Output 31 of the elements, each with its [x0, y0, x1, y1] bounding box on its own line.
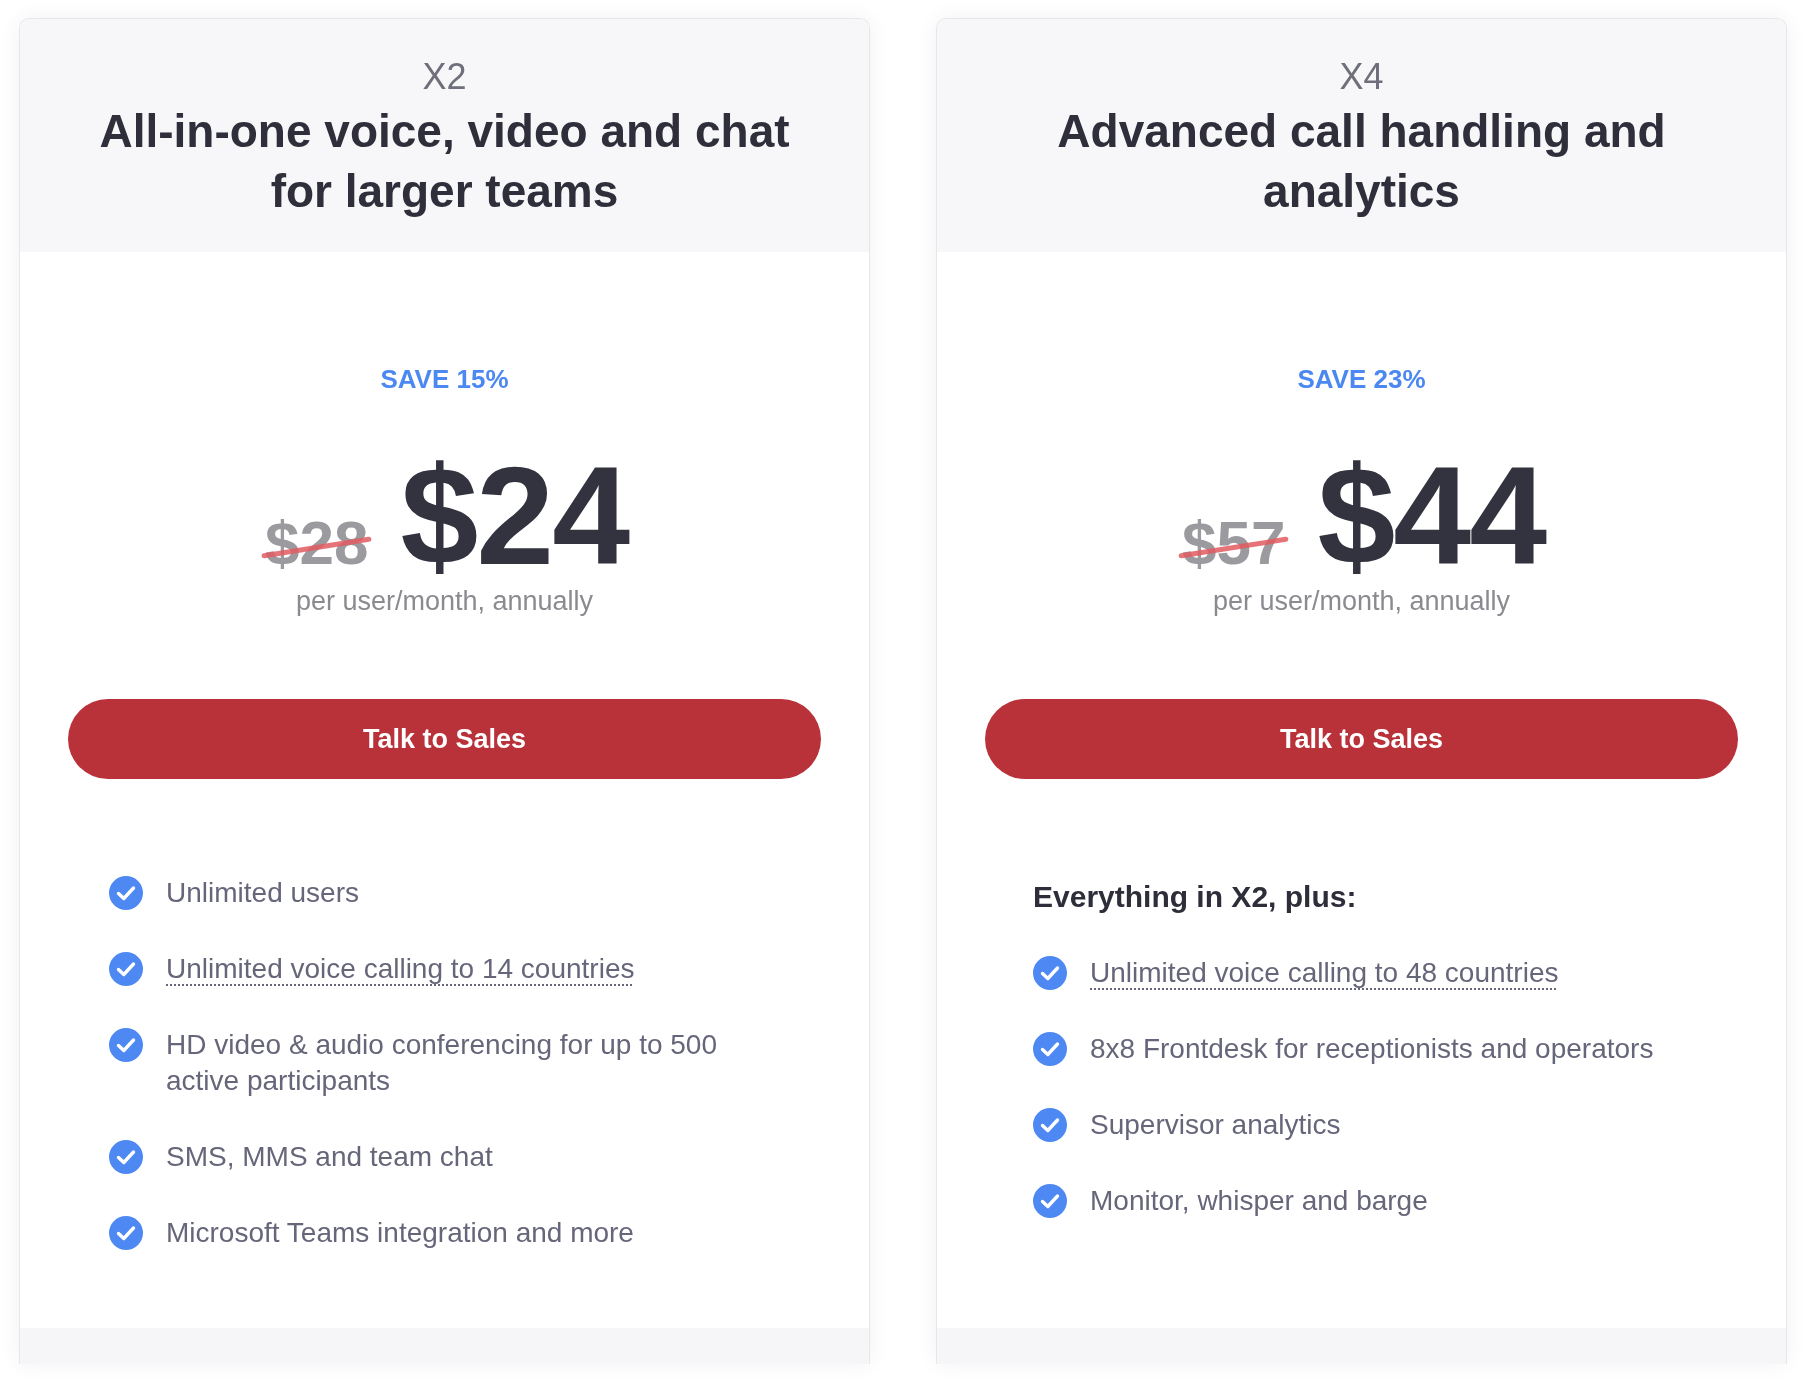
discount-label: SAVE 23% — [1297, 364, 1426, 394]
check-icon — [109, 1140, 143, 1174]
feature-text: HD video & audio conferencing for up to 500 active participants — [166, 1028, 719, 1098]
check-icon — [109, 1216, 143, 1250]
feature-text: 8x8 Frontdesk for receptionists and operators — [1090, 1032, 1654, 1066]
check-icon — [109, 876, 143, 910]
check-icon — [1033, 1032, 1067, 1066]
check-icon — [109, 952, 143, 986]
tooltip-term[interactable]: Unlimited voice calling to 48 countries — [1090, 955, 1559, 991]
plan-headline: Advanced call handling and analytics — [1056, 104, 1667, 219]
billing-note: per user/month, annually — [1212, 586, 1511, 616]
check-icon — [109, 1028, 143, 1062]
check-icon — [1033, 1184, 1067, 1218]
price: $44 — [1317, 446, 1545, 586]
price: $24 — [400, 446, 628, 586]
feature-text: Monitor, whisper and barge — [1090, 1184, 1428, 1218]
feature-text: Unlimited users — [166, 876, 359, 910]
discount-label: SAVE 15% — [380, 364, 509, 394]
feature-text: Supervisor analytics — [1090, 1108, 1341, 1142]
check-icon — [1033, 1108, 1067, 1142]
talk-to-sales-button[interactable]: Talk to Sales — [985, 699, 1738, 779]
tier-label: X4 — [1339, 55, 1384, 98]
tooltip-term[interactable]: Unlimited voice calling to 14 countries — [166, 951, 635, 987]
tier-label: X2 — [422, 55, 467, 98]
features-intro: Everything in X2, plus: — [1033, 879, 1357, 915]
talk-to-sales-button[interactable]: Talk to Sales — [68, 699, 821, 779]
plan-headline: All-in-one voice, video and chat for larger teams — [98, 104, 791, 219]
feature-text: Microsoft Teams integration and more — [166, 1216, 634, 1250]
check-icon — [1033, 956, 1067, 990]
billing-note: per user/month, annually — [295, 586, 594, 616]
feature-text: SMS, MMS and team chat — [166, 1140, 493, 1174]
